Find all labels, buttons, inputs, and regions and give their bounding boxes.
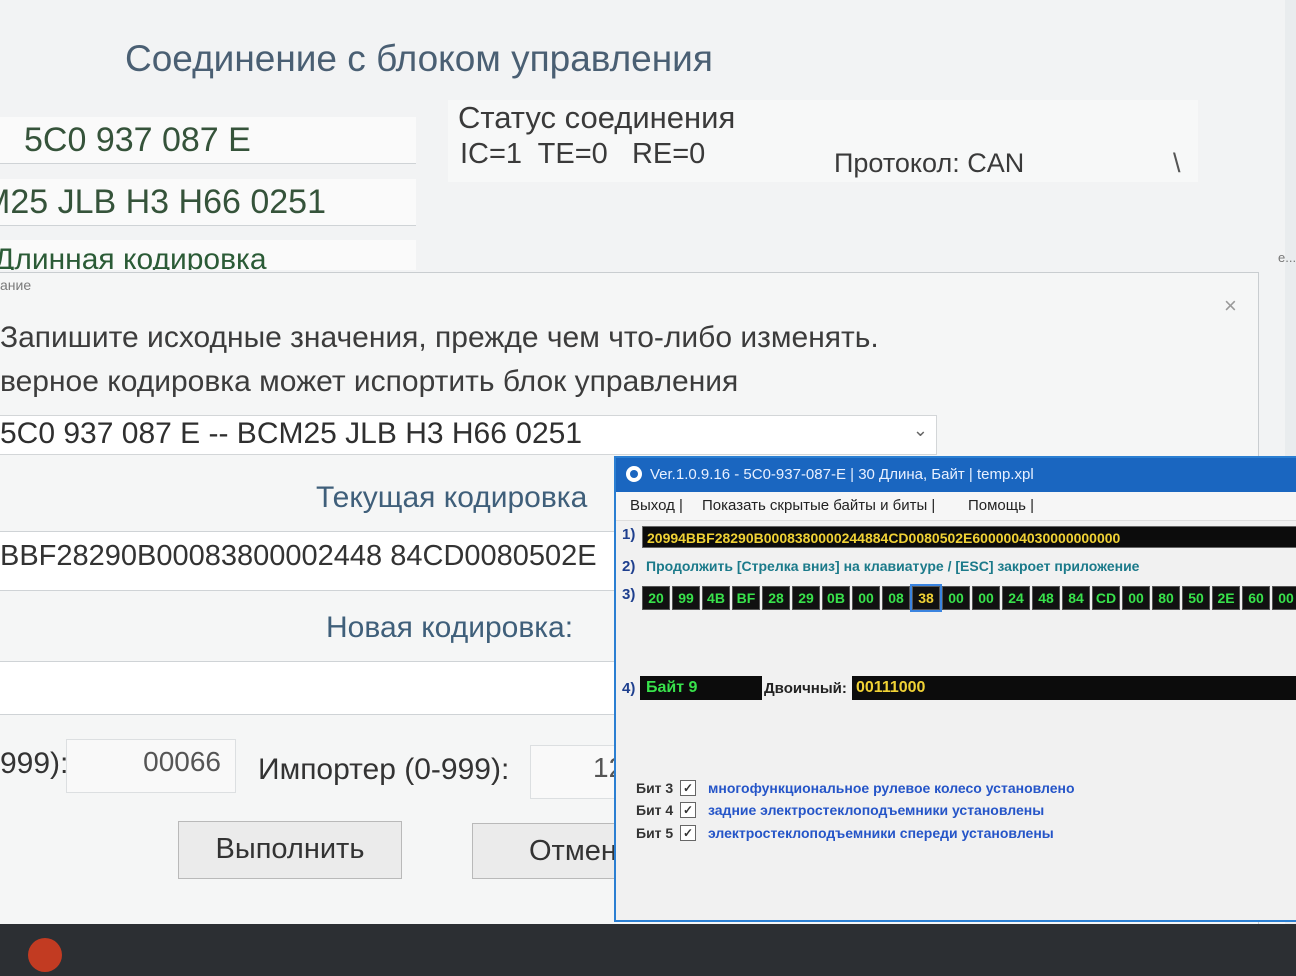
dealer-input[interactable]: 00066: [66, 739, 236, 793]
bit-description: электростеклоподъемники спереди установл…: [708, 825, 1054, 841]
byte-cell[interactable]: 24: [1002, 586, 1030, 610]
long-coding-label: Длинная кодировка: [0, 240, 416, 270]
byte-cell[interactable]: 99: [672, 586, 700, 610]
bit-name: Бит 3: [636, 780, 674, 796]
bit-checkbox[interactable]: ✓: [680, 780, 696, 796]
status-values: IC=1 TE=0 RE=0: [460, 138, 706, 170]
window-title: Соединение с блоком управления: [125, 38, 713, 79]
byte-cell[interactable]: 84: [1062, 586, 1090, 610]
importer-label: Импортер (0-999):: [258, 753, 510, 786]
tool-title: Ver.1.0.9.16 - 5C0-937-087-E | 30 Длина,…: [650, 466, 1034, 483]
activity-spinner-icon: \: [1173, 148, 1181, 178]
byte-row: 20 99 4B BF 28 29 0B 00 08 38 00 00 24 48 84 CD 00 80 50 2E…: [642, 584, 1296, 612]
bit-name: Бит 4: [636, 802, 674, 818]
new-coding-input[interactable]: [0, 661, 620, 715]
part-number-field: 5C0 937 087 E: [0, 117, 416, 164]
byte-cell[interactable]: 00: [1122, 586, 1150, 610]
current-coding-label: Текущая кодировка: [316, 481, 588, 514]
bit-checkbox[interactable]: ✓: [680, 802, 696, 818]
binary-label: Двоичный:: [764, 680, 847, 697]
byte-cell[interactable]: 60: [1242, 586, 1270, 610]
bit-checkbox[interactable]: ✓: [680, 825, 696, 841]
app-icon: [626, 466, 642, 482]
byte-editor-window: Ver.1.0.9.16 - 5C0-937-087-E | 30 Длина,…: [614, 456, 1296, 922]
warning-line-1: Запишите исходные значения, прежде чем ч…: [0, 321, 879, 354]
byte-cell[interactable]: 4B: [702, 586, 730, 610]
close-icon[interactable]: ×: [1224, 293, 1237, 319]
byte-cell[interactable]: 38: [910, 584, 942, 612]
row-number-2: 2): [622, 558, 636, 575]
row-number-4: 4): [622, 680, 636, 697]
selected-byte-label: Байт 9: [640, 676, 762, 700]
ecu-select[interactable]: 5C0 937 087 E -- BCM25 JLB H3 H66 0251 ⌄: [0, 415, 937, 455]
instruction-text: Продолжить [Стрелка вниз] на клавиатуре …: [646, 558, 1140, 574]
cancel-button[interactable]: Отмена: [472, 823, 620, 879]
row-number-3: 3): [622, 586, 636, 603]
byte-cell[interactable]: 00: [852, 586, 880, 610]
dialog-title: ание: [0, 277, 32, 293]
protocol-label: Протокол: CAN: [834, 148, 1025, 178]
bit-name: Бит 5: [636, 825, 674, 841]
byte-cell[interactable]: 0B: [822, 586, 850, 610]
byte-cell[interactable]: CD: [1092, 586, 1120, 610]
connection-status-panel: Статус соединения IC=1 TE=0 RE=0 Протоко…: [448, 100, 1198, 182]
byte-cell[interactable]: 28: [762, 586, 790, 610]
menu-help[interactable]: Помощь |: [968, 492, 1034, 520]
status-title: Статус соединения: [458, 100, 736, 135]
chevron-down-icon[interactable]: ⌄: [913, 420, 928, 441]
byte-cell[interactable]: 08: [882, 586, 910, 610]
menu-bar: Выход | Показать скрытые байты и биты | …: [616, 492, 1296, 521]
byte-cell[interactable]: 2E: [1212, 586, 1240, 610]
menu-show-hidden[interactable]: Показать скрытые байты и биты |: [702, 492, 935, 520]
byte-cell[interactable]: 80: [1152, 586, 1180, 610]
importer-input[interactable]: 12: [530, 745, 622, 799]
byte-cell[interactable]: 00: [1272, 586, 1296, 610]
byte-cell[interactable]: 50: [1182, 586, 1210, 610]
app-logo-icon[interactable]: [28, 938, 62, 972]
binary-value-field[interactable]: 00111000: [852, 676, 1296, 700]
dealer-label: 999):: [0, 747, 69, 780]
tool-titlebar[interactable]: Ver.1.0.9.16 - 5C0-937-087-E | 30 Длина,…: [616, 458, 1296, 492]
bit-description: многофункциональное рулевое колесо устан…: [708, 780, 1075, 796]
current-coding-value: BBF28290B00083800002448 84CD0080502E: [0, 540, 597, 572]
byte-cell[interactable]: BF: [732, 586, 760, 610]
ecu-select-value: 5C0 937 087 E -- BCM25 JLB H3 H66 0251: [0, 417, 582, 450]
menu-exit[interactable]: Выход |: [630, 492, 683, 520]
execute-button[interactable]: Выполнить: [178, 821, 402, 879]
new-coding-label: Новая кодировка:: [326, 611, 574, 644]
byte-cell[interactable]: 29: [792, 586, 820, 610]
taskbar: [0, 924, 1296, 976]
current-coding-field[interactable]: BBF28290B00083800002448 84CD0080502E: [0, 531, 620, 591]
byte-cell[interactable]: 00: [972, 586, 1000, 610]
byte-cell[interactable]: 48: [1032, 586, 1060, 610]
byte-cell[interactable]: 20: [642, 586, 670, 610]
bit-description: задние электростеклоподъемники установле…: [708, 802, 1045, 818]
row-number-1: 1): [622, 526, 636, 543]
side-text: e...: [1278, 250, 1296, 265]
dealer-value: 00066: [143, 746, 221, 777]
byte-cell[interactable]: 00: [942, 586, 970, 610]
hex-coding-field[interactable]: 20994BBF28290B0008380000244884CD0080502E…: [642, 526, 1296, 548]
warning-line-2: верное кодировка может испортить блок уп…: [0, 365, 739, 398]
ecu-id-field: M25 JLB H3 H66 0251: [0, 179, 416, 226]
